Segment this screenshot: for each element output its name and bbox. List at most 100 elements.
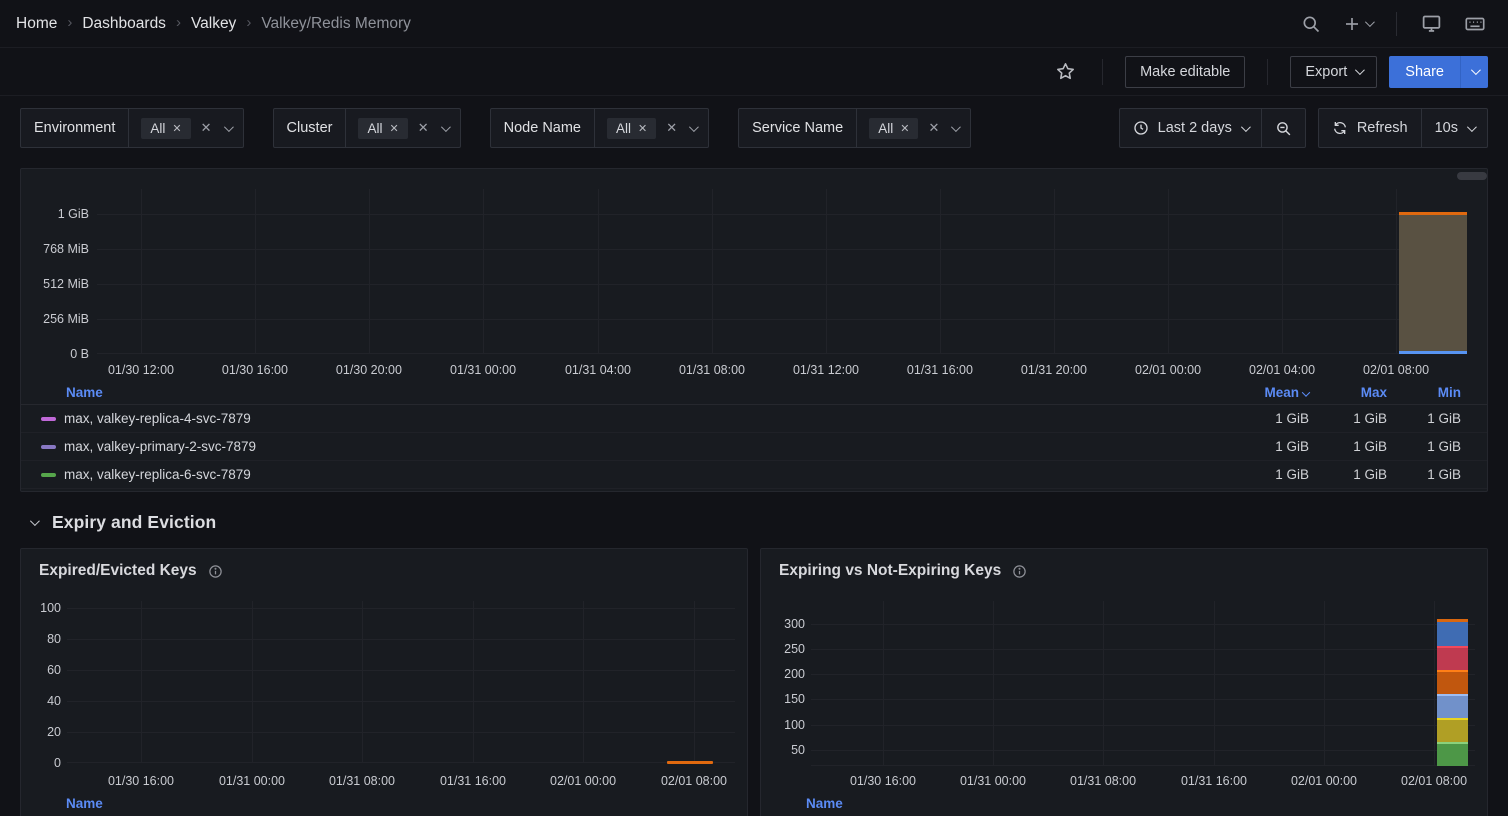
legend-sort-name[interactable]: Name (66, 796, 103, 811)
gridline (141, 189, 142, 354)
x-tick: 02/01 08:00 (1401, 773, 1467, 789)
breadcrumb-home[interactable]: Home (16, 15, 57, 33)
y-tick: 512 MiB (43, 276, 89, 292)
add-new-button[interactable] (1337, 9, 1378, 39)
panel-header[interactable]: Expiring vs Not-Expiring Keys (761, 549, 1487, 593)
filter-value-dropdown[interactable]: All ✕ ✕ (129, 109, 242, 147)
refresh-button[interactable]: Refresh (1319, 109, 1421, 147)
gridline (97, 249, 1467, 250)
share-button[interactable]: Share (1389, 56, 1460, 88)
legend-series-toggle[interactable]: max, valkey-replica-6-svc-7879 (41, 467, 1219, 482)
gridline (369, 189, 370, 354)
x-tick: 02/01 04:00 (1249, 362, 1315, 378)
panel-expired-evicted-keys: Expired/Evicted Keys 100 80 60 40 20 0 0… (20, 548, 748, 816)
filter-value-dropdown[interactable]: All ✕ ✕ (857, 109, 970, 147)
gridline (67, 762, 735, 763)
legend-series-toggle[interactable]: max, valkey-replica-4-svc-7879 (41, 411, 1219, 426)
stack-seg-yellow (1437, 718, 1468, 742)
gridline (826, 189, 827, 354)
filter-value-dropdown[interactable]: All ✕ ✕ (595, 109, 708, 147)
gridline (811, 624, 1475, 625)
clear-filter-icon[interactable]: ✕ (666, 120, 677, 136)
clear-filter-icon[interactable]: ✕ (418, 120, 429, 136)
series-max: 1 GiB (1309, 439, 1387, 454)
stack-seg-red (1437, 646, 1468, 670)
remove-chip-icon[interactable]: ✕ (390, 122, 399, 135)
clear-filter-icon[interactable]: ✕ (928, 120, 939, 136)
y-tick: 100 (40, 600, 61, 616)
gridline (67, 701, 735, 702)
star-icon[interactable] (1051, 57, 1080, 86)
y-tick: 250 (784, 641, 805, 657)
filter-chip[interactable]: All ✕ (607, 118, 656, 139)
divider (1102, 59, 1103, 85)
series-max: 1 GiB (1309, 411, 1387, 426)
chevron-down-icon (1355, 65, 1365, 75)
gridline (67, 732, 735, 733)
clear-filter-icon[interactable]: ✕ (201, 120, 212, 136)
legend-series-toggle[interactable]: max, valkey-primary-2-svc-7879 (41, 439, 1219, 454)
panel-expiring-vs-not-expiring-keys: Expiring vs Not-Expiring Keys 300 250 20… (760, 548, 1488, 816)
refresh-icon (1332, 120, 1348, 136)
remove-chip-icon[interactable]: ✕ (638, 122, 647, 135)
stack-seg-dark-orange (1437, 670, 1468, 694)
series-min: 1 GiB (1387, 411, 1461, 426)
keyboard-icon[interactable] (1458, 7, 1492, 41)
memory-plot-area[interactable] (97, 194, 1467, 354)
gridline (67, 639, 735, 640)
remove-chip-icon[interactable]: ✕ (900, 122, 909, 135)
zoom-out-button[interactable] (1262, 109, 1305, 147)
scrollbar-thumb[interactable] (1457, 172, 1487, 180)
filter-chip[interactable]: All ✕ (358, 118, 407, 139)
search-icon[interactable] (1295, 8, 1327, 40)
row-expiry-and-eviction[interactable]: Expiry and Eviction (20, 503, 226, 541)
gridline (473, 601, 474, 763)
breadcrumb-dashboards[interactable]: Dashboards (82, 15, 166, 33)
breadcrumb: Home › Dashboards › Valkey › Valkey/Redi… (16, 15, 411, 33)
make-editable-button[interactable]: Make editable (1125, 56, 1245, 88)
export-button-label: Export (1305, 64, 1347, 80)
legend-sort-mean[interactable]: Mean (1219, 385, 1309, 400)
filter-chip[interactable]: All ✕ (141, 118, 190, 139)
remove-chip-icon[interactable]: ✕ (172, 122, 181, 135)
chevron-right-icon: › (176, 14, 181, 31)
legend-sort-max[interactable]: Max (1309, 385, 1387, 400)
info-icon[interactable] (1012, 564, 1027, 579)
stack-seg-light-blue (1437, 694, 1468, 718)
monitor-icon[interactable] (1415, 7, 1448, 40)
legend-row: max, valkey-replica-4-svc-7879 1 GiB 1 G… (21, 405, 1487, 433)
x-tick: 01/30 12:00 (108, 362, 174, 378)
legend-sort-min[interactable]: Min (1387, 385, 1461, 400)
expired-plot-area[interactable] (67, 608, 735, 763)
panel-header[interactable]: Expired/Evicted Keys (21, 549, 747, 593)
expiring-plot-area[interactable] (811, 609, 1475, 766)
time-range-picker[interactable]: Last 2 days (1120, 109, 1261, 147)
y-axis: 100 80 60 40 20 0 (21, 608, 61, 763)
x-tick: 01/30 20:00 (336, 362, 402, 378)
chevron-down-icon (30, 516, 40, 526)
breadcrumb-valkey[interactable]: Valkey (191, 15, 236, 33)
filter-chip[interactable]: All ✕ (869, 118, 918, 139)
gridline (97, 214, 1467, 215)
chevron-down-icon (1365, 17, 1375, 27)
legend-sort-name[interactable]: Name (806, 796, 843, 811)
info-icon[interactable] (208, 564, 223, 579)
series-min: 1 GiB (1387, 439, 1461, 454)
export-button[interactable]: Export (1290, 56, 1377, 88)
gridline (1168, 189, 1169, 354)
gridline (1054, 189, 1055, 354)
x-tick: 01/31 08:00 (679, 362, 745, 378)
breadcrumb-current: Valkey/Redis Memory (261, 15, 411, 33)
gridline (252, 601, 253, 763)
x-tick: 01/31 16:00 (440, 773, 506, 789)
x-axis: 01/30 16:00 01/31 00:00 01/31 08:00 01/3… (811, 773, 1475, 789)
gridline (67, 670, 735, 671)
x-tick: 01/30 16:00 (850, 773, 916, 789)
stack-seg-blue (1437, 622, 1468, 646)
section-title: Expiry and Eviction (52, 512, 216, 533)
legend-sort-name[interactable]: Name (41, 385, 1219, 400)
filter-value-dropdown[interactable]: All ✕ ✕ (346, 109, 459, 147)
share-menu-button[interactable] (1460, 56, 1488, 88)
refresh-interval-picker[interactable]: 10s (1422, 109, 1487, 147)
chevron-down-icon (1241, 122, 1251, 132)
